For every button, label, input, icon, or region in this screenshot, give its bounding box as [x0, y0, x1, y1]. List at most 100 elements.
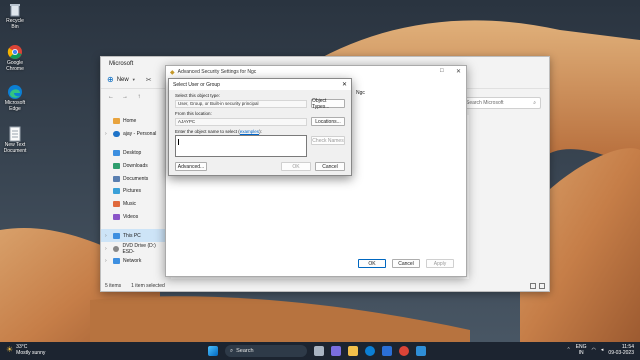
wifi-icon[interactable]: ◠ [592, 347, 596, 353]
file-explorer-icon[interactable] [348, 346, 358, 356]
sidebar-item-home[interactable]: Home [101, 115, 167, 128]
dialog-body: Select this object type: User, Group, or… [175, 93, 345, 171]
network-icon [113, 258, 120, 265]
sidebar-item-onedrive[interactable]: › ajay - Personal [101, 128, 167, 141]
status-selection: 1 item selected [131, 283, 165, 289]
sidebar-item-label: Home [123, 118, 137, 125]
sidebar-item-music[interactable]: Music [101, 198, 167, 211]
select-user-or-group-dialog: Select User or Group ✕ Select this objec… [168, 78, 352, 176]
close-icon[interactable]: ✕ [342, 81, 347, 88]
status-item-count: 5 items [105, 283, 122, 289]
location-field: AJAYPC [175, 117, 307, 126]
task-view-icon[interactable] [314, 346, 324, 356]
search-placeholder: Search Microsoft [466, 100, 504, 106]
object-type-field: User, Group, or Built-in security princi… [175, 99, 307, 108]
chevron-right-icon[interactable]: › [105, 131, 110, 137]
status-bar: 5 items 1 item selected [105, 283, 165, 289]
check-names-button[interactable]: Check Names [311, 136, 345, 145]
tiles-view-icon[interactable] [539, 283, 545, 289]
object-type-row: User, Group, or Built-in security princi… [175, 98, 345, 110]
search-icon: ⌕ [533, 100, 536, 106]
sidebar-item-label: ajay - Personal [123, 131, 157, 138]
dialog-cancel-button[interactable]: Cancel [315, 162, 345, 171]
sidebar-item-label: Downloads [123, 162, 148, 169]
taskbar-search[interactable]: ⌕ Search [225, 345, 307, 357]
clock[interactable]: 11:54 09-03-2023 [608, 344, 634, 356]
recycle-bin-icon [10, 4, 20, 17]
advanced-footer: OK Cancel Apply [358, 259, 454, 268]
chevron-right-icon[interactable]: › [105, 258, 110, 264]
chevron-up-icon[interactable]: ⌃ [566, 347, 570, 353]
cut-icon[interactable]: ✂ [146, 76, 152, 84]
sidebar-item-label: Music [123, 201, 137, 208]
sidebar-item-this-pc[interactable]: › This PC [101, 229, 167, 243]
music-icon [113, 201, 120, 208]
downloads-icon [113, 162, 120, 169]
weather-widget[interactable]: ☀ 33°C Mostly sunny [6, 344, 45, 356]
taskbar-apps: ⌕ Search [208, 345, 426, 357]
sidebar-item-dvd-drive[interactable]: › DVD Drive (D:) ESD- [101, 242, 167, 255]
chevron-right-icon[interactable]: › [105, 233, 110, 239]
start-icon[interactable] [208, 346, 218, 356]
desktop-icon-text-document[interactable]: New Text Document [2, 126, 28, 154]
location-row: AJAYPC Locations... [175, 117, 345, 126]
object-name-row: Check Names [175, 135, 345, 157]
security-app-icon[interactable] [416, 346, 426, 356]
close-icon[interactable]: ✕ [456, 68, 461, 75]
apply-button[interactable]: Apply [426, 259, 454, 268]
examples-link[interactable]: examples [240, 129, 259, 134]
chat-icon[interactable] [331, 346, 341, 356]
chevron-down-icon: ▼ [131, 77, 136, 82]
edge-taskbar-icon[interactable] [365, 346, 375, 356]
new-button[interactable]: ⊕ New ▼ [107, 75, 136, 84]
cancel-button[interactable]: Cancel [392, 259, 420, 268]
text-document-icon [9, 126, 21, 142]
search-input[interactable]: Search Microsoft ⌕ [461, 97, 541, 109]
forward-arrow-icon[interactable]: → [121, 94, 129, 100]
window-title: Advanced Security Settings for Ngc [177, 69, 257, 75]
videos-icon [113, 213, 120, 220]
dialog-ok-button[interactable]: OK [281, 162, 311, 171]
sidebar-item-desktop[interactable]: Desktop [101, 147, 167, 160]
sidebar-item-documents[interactable]: Documents [101, 172, 167, 185]
sun-icon: ☀ [6, 345, 14, 354]
system-tray: ⌃ ENG IN ◠ ◂ 11:54 09-03-2023 [566, 344, 634, 356]
object-name-input[interactable] [175, 135, 307, 157]
sidebar-item-label: Pictures [123, 188, 142, 195]
plus-icon: ⊕ [107, 75, 114, 84]
object-types-button[interactable]: Object Types... [311, 98, 345, 110]
desktop-icon-recycle-bin[interactable]: Recycle Bin [2, 2, 28, 30]
dvd-icon [112, 245, 120, 252]
dialog-titlebar: Select User or Group ✕ [169, 79, 351, 90]
sidebar-item-network[interactable]: › Network [101, 255, 167, 268]
chrome-taskbar-icon[interactable] [399, 346, 409, 356]
view-toggle-group [530, 283, 545, 289]
volume-icon[interactable]: ◂ [601, 347, 604, 353]
taskbar-search-label: Search [236, 348, 254, 354]
sidebar-item-label: Videos [123, 213, 139, 220]
dialog-footer: Advanced... OK Cancel [175, 162, 345, 171]
advanced-button[interactable]: Advanced... [175, 162, 207, 171]
sidebar-item-pictures[interactable]: Pictures [101, 185, 167, 198]
up-arrow-icon[interactable]: ↑ [135, 94, 143, 100]
search-icon: ⌕ [230, 347, 234, 354]
weather-text: 33°C Mostly sunny [16, 344, 45, 356]
explorer-tab-title[interactable]: Microsoft [109, 61, 133, 67]
sidebar-item-videos[interactable]: Videos [101, 211, 167, 224]
chevron-right-icon[interactable]: › [105, 246, 110, 252]
desktop-icon-label: New Text Document [3, 142, 27, 154]
enter-label-text: Enter the object name to select [175, 129, 238, 134]
details-view-icon[interactable] [530, 283, 536, 289]
sidebar-item-label: Documents [123, 175, 149, 182]
locations-button[interactable]: Locations... [311, 117, 345, 126]
ok-button[interactable]: OK [358, 259, 386, 268]
desktop-icon-edge[interactable]: Microsoft Edge [2, 84, 28, 112]
sidebar-item-downloads[interactable]: Downloads [101, 159, 167, 172]
maximize-icon[interactable]: □ [440, 68, 444, 74]
store-icon[interactable] [382, 346, 392, 356]
sidebar-item-label: This PC [123, 232, 141, 239]
desktop-icon-chrome[interactable]: Google Chrome [2, 44, 28, 72]
back-arrow-icon[interactable]: ← [107, 94, 115, 100]
advanced-titlebar: ◆ Advanced Security Settings for Ngc □ ✕ [166, 66, 466, 78]
language-indicator[interactable]: ENG IN [576, 344, 587, 356]
